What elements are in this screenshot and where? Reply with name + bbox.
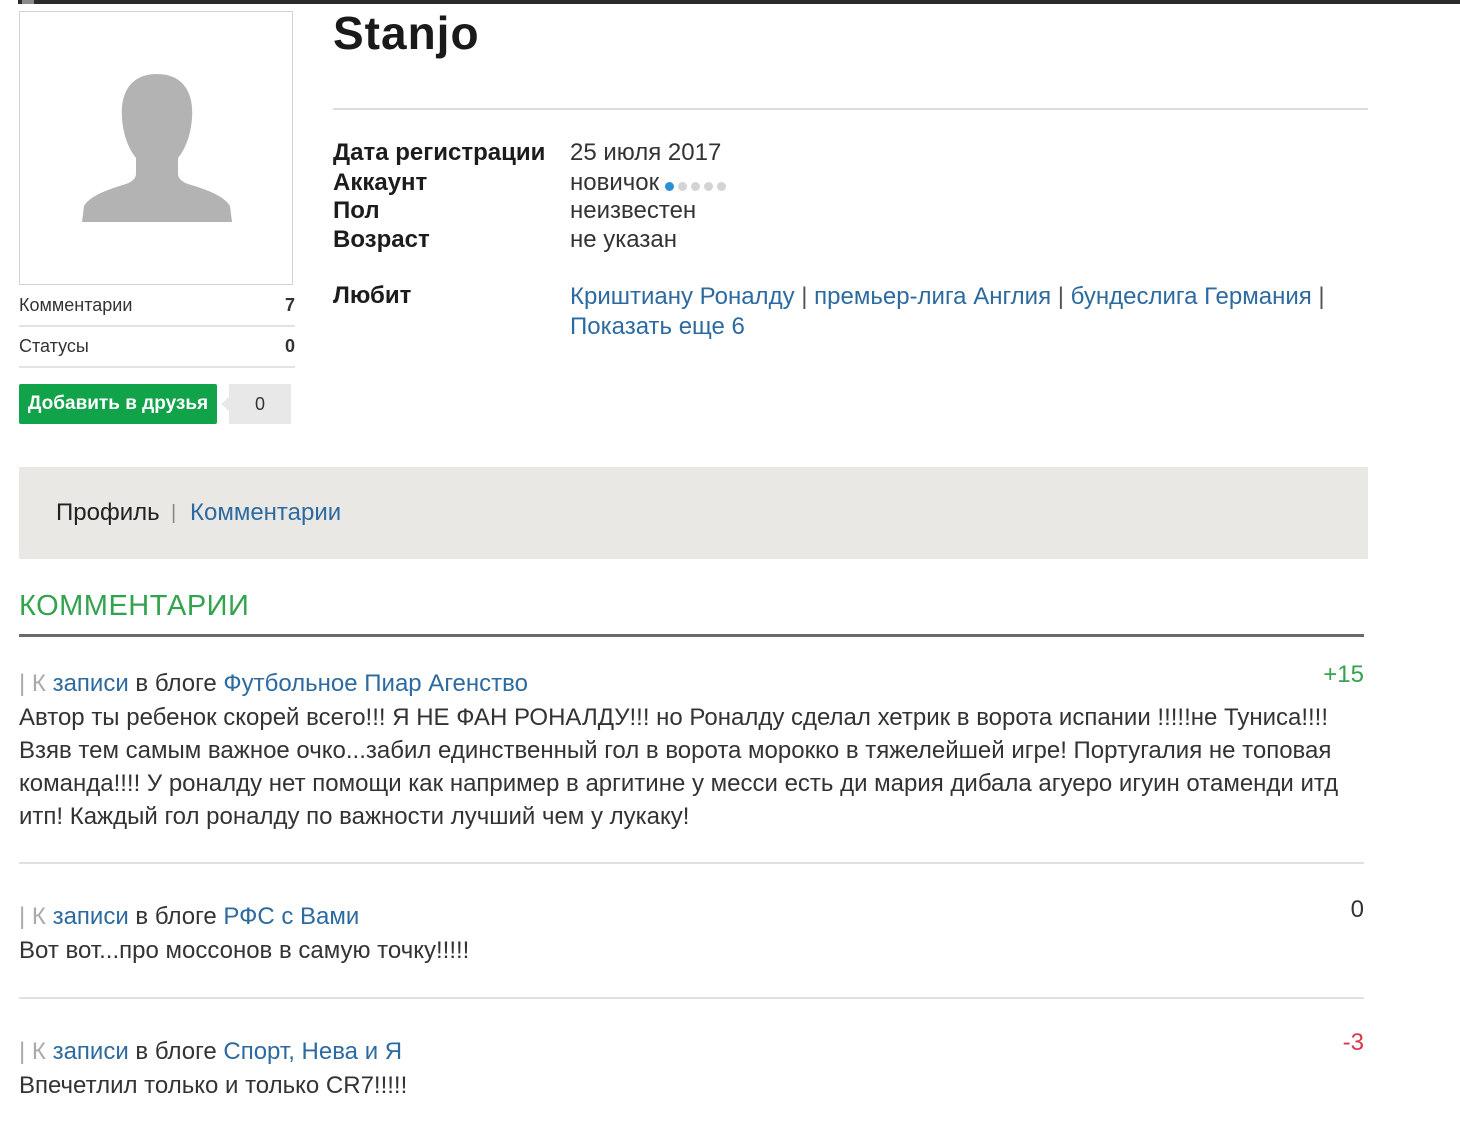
comment-post-link[interactable]: записи — [53, 670, 129, 697]
level-dot-empty — [704, 181, 714, 191]
stat-row-statuses[interactable]: Статусы 0 — [19, 328, 295, 368]
section-divider — [19, 634, 1364, 637]
info-label-likes: Любит — [333, 282, 412, 309]
comment-score: 0 — [1350, 896, 1364, 923]
account-rank: новичок — [570, 169, 660, 196]
comment-blog-link[interactable]: Спорт, Нева и Я — [223, 1038, 402, 1065]
info-value-account: новичок — [570, 169, 730, 198]
comment-score: -3 — [1342, 1029, 1364, 1056]
default-user-icon — [82, 74, 232, 222]
likes-list: Криштиану Роналду | премьер-лига Англия … — [570, 282, 1360, 342]
comment-blog-link[interactable]: РФС с Вами — [223, 903, 359, 930]
comment-meta: | К записи в блоге Спорт, Нева и Я — [19, 1037, 1364, 1067]
profile-tabs: Профиль | Комментарии — [19, 467, 1368, 559]
stat-label: Статусы — [19, 336, 89, 356]
comment-item: | К записи в блоге РФС с Вами 0 Вот вот.… — [19, 896, 1364, 967]
info-label-registration: Дата регистрации — [333, 139, 546, 166]
level-dot-empty — [678, 181, 688, 191]
top-window-border — [0, 0, 1460, 4]
comment-text: Автор ты ребенок скорей всего!!! Я НЕ ФА… — [19, 704, 1339, 830]
comment-prefix: | К — [19, 670, 53, 697]
comment-item: | К записи в блоге Спорт, Нева и Я -3 Вп… — [19, 1029, 1364, 1102]
page-title: Stanjo — [333, 7, 480, 59]
like-link-ronaldo[interactable]: Криштиану Роналду — [570, 283, 795, 310]
info-label-age: Возраст — [333, 226, 430, 253]
level-dot-empty — [717, 181, 727, 191]
avatar[interactable] — [19, 11, 293, 285]
comment-meta: | К записи в блоге Футбольное Пиар Агенс… — [19, 669, 1364, 699]
like-link-bundesliga[interactable]: бундеслига Германия — [1071, 283, 1312, 310]
level-dot-filled — [665, 181, 675, 191]
comment-blog-word: в блоге — [128, 1038, 224, 1065]
comment-text: Вот вот...про моссонов в самую точку!!!!… — [19, 937, 470, 964]
comment-post-link[interactable]: записи — [53, 903, 129, 930]
tab-separator: | — [171, 502, 177, 524]
comment-prefix: | К — [19, 1038, 53, 1065]
top-border-tick — [22, 0, 34, 4]
friends-count-badge: 0 — [221, 384, 291, 424]
comment-blog-link[interactable]: Футбольное Пиар Агенство — [223, 670, 528, 697]
tab-profile[interactable]: Профиль — [56, 499, 160, 527]
comment-text: Впечетлил только и только CR7!!!!! — [19, 1072, 408, 1099]
stat-label: Комментарии — [19, 295, 133, 315]
comment-score: +15 — [1323, 661, 1364, 688]
comment-blog-word: в блоге — [128, 670, 224, 697]
comment-blog-word: в блоге — [128, 903, 224, 930]
comment-post-link[interactable]: записи — [53, 1038, 129, 1065]
comment-prefix: | К — [19, 903, 53, 930]
stat-row-comments[interactable]: Комментарии 7 — [19, 287, 295, 327]
level-dot-empty — [691, 181, 701, 191]
info-value-registration: 25 июля 2017 — [570, 139, 722, 166]
add-friend-button[interactable]: Добавить в друзья — [19, 384, 217, 424]
comment-divider — [19, 997, 1364, 999]
top-border-gap — [0, 0, 18, 4]
like-link-premier-league[interactable]: премьер-лига Англия — [814, 283, 1051, 310]
comment-divider — [19, 862, 1364, 864]
stat-value: 7 — [284, 295, 295, 315]
show-more-likes-link[interactable]: Показать еще 6 — [570, 313, 745, 340]
account-level-indicator — [665, 170, 730, 198]
info-value-age: не указан — [570, 226, 677, 253]
stat-value: 0 — [284, 336, 295, 356]
info-value-gender: неизвестен — [570, 197, 697, 224]
likes-separator: | — [1318, 283, 1325, 310]
likes-separator: | — [1057, 283, 1064, 310]
divider — [333, 108, 1368, 110]
tab-comments[interactable]: Комментарии — [190, 499, 341, 527]
info-label-gender: Пол — [333, 197, 380, 224]
section-title: КОММЕНТАРИИ — [19, 590, 250, 622]
comment-item: | К записи в блоге Футбольное Пиар Агенс… — [19, 661, 1364, 833]
info-label-account: Аккаунт — [333, 169, 428, 196]
comment-meta: | К записи в блоге РФС с Вами — [19, 902, 1364, 932]
likes-separator: | — [801, 283, 808, 310]
